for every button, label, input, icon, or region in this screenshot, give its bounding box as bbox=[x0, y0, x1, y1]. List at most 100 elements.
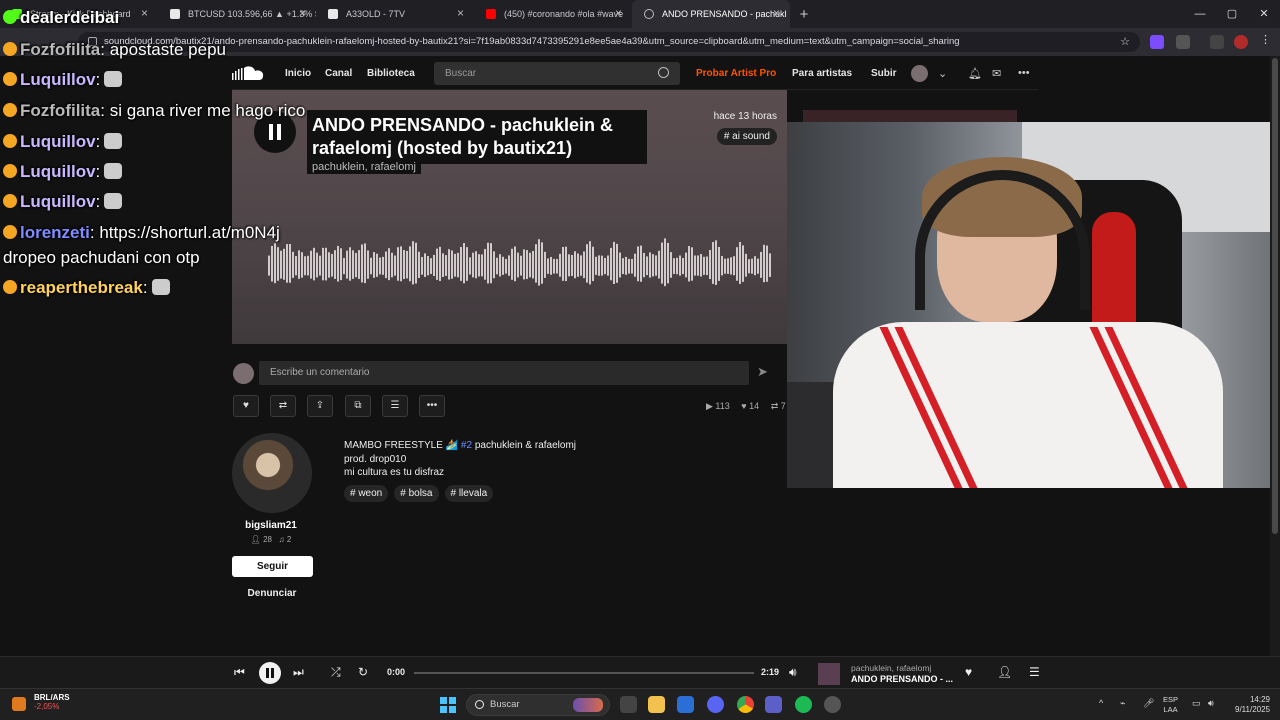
chat-username[interactable]: Luquillov bbox=[20, 70, 96, 89]
chat-username[interactable]: Luquillov bbox=[20, 192, 96, 211]
chevron-down-icon[interactable]: ⌄ bbox=[938, 67, 947, 80]
more-button[interactable]: ••• bbox=[419, 395, 445, 417]
tag-pill[interactable]: # weon bbox=[344, 485, 389, 502]
like-icon[interactable]: ♥ bbox=[965, 665, 972, 679]
waveform-bar bbox=[622, 258, 624, 274]
chat-username[interactable]: dealerdeibai bbox=[20, 8, 119, 27]
speaker-icon[interactable]: 🔊︎ bbox=[1208, 698, 1214, 709]
copy-link-button[interactable]: ⧉ bbox=[345, 395, 371, 417]
close-icon[interactable]: × bbox=[615, 6, 622, 20]
waveform-bar bbox=[547, 258, 549, 274]
profile-avatar-icon[interactable] bbox=[1234, 35, 1248, 49]
microphone-icon[interactable]: 🎤︎ bbox=[1143, 698, 1154, 709]
report-link[interactable]: Denunciar bbox=[232, 588, 312, 599]
network-off-icon[interactable]: ⌁ bbox=[1120, 698, 1125, 709]
uploader-name[interactable]: bigsliam21 bbox=[232, 520, 310, 531]
repeat-icon[interactable]: ↻ bbox=[358, 665, 368, 679]
minimize-button[interactable]: — bbox=[1184, 0, 1216, 28]
maximize-button[interactable]: ▢ bbox=[1216, 0, 1248, 28]
chat-username[interactable]: Luquillov bbox=[20, 162, 96, 181]
waveform-bar bbox=[451, 250, 453, 279]
close-window-button[interactable]: ✕ bbox=[1248, 0, 1280, 28]
shuffle-icon[interactable]: ⤮ bbox=[331, 665, 341, 680]
browser-menu-icon[interactable]: ⋮ bbox=[1260, 33, 1274, 47]
tracks-count[interactable]: 2 bbox=[287, 535, 291, 544]
clock[interactable]: 14:29 9/11/2025 bbox=[1226, 695, 1270, 715]
tag-pill[interactable]: # bolsa bbox=[394, 485, 439, 502]
store-icon[interactable] bbox=[677, 696, 694, 713]
task-view-icon[interactable] bbox=[620, 696, 637, 713]
now-playing-title[interactable]: ANDO PRENSANDO - ... bbox=[851, 674, 953, 684]
user-avatar[interactable] bbox=[911, 65, 928, 82]
chat-username[interactable]: reaperthebreak bbox=[20, 278, 143, 297]
teams-icon[interactable] bbox=[765, 696, 782, 713]
waveform-bar bbox=[670, 252, 672, 278]
tab-youtube[interactable]: (450) #coronando #ola #wave × bbox=[474, 0, 632, 28]
send-icon[interactable]: ➤ bbox=[757, 364, 768, 380]
like-button[interactable]: ♥ bbox=[233, 395, 259, 417]
messages-envelope-icon[interactable]: ✉ bbox=[992, 67, 1001, 80]
windows-start-icon[interactable] bbox=[440, 697, 456, 713]
search-icon[interactable] bbox=[658, 67, 669, 78]
language-indicator[interactable]: ESP LAA bbox=[1163, 695, 1178, 715]
new-tab-button[interactable]: + bbox=[790, 6, 818, 23]
for-artists-link[interactable]: Para artistas bbox=[792, 68, 852, 79]
waveform-bar bbox=[343, 257, 345, 275]
previous-icon[interactable]: ⏮ bbox=[234, 665, 245, 680]
waveform-bar bbox=[439, 246, 441, 281]
chat-username[interactable]: Luquillov bbox=[20, 132, 96, 151]
genre-tag[interactable]: # ai sound bbox=[716, 128, 777, 145]
follow-user-icon[interactable]: 👤︎ bbox=[997, 665, 1012, 679]
obs-icon[interactable] bbox=[824, 696, 841, 713]
tag-pill[interactable]: # llevala bbox=[444, 485, 494, 502]
now-playing-artwork[interactable] bbox=[818, 663, 840, 685]
waveform-bar bbox=[490, 243, 492, 284]
waveform-bar bbox=[559, 253, 561, 277]
followers-count[interactable]: 28 bbox=[263, 535, 272, 544]
next-icon[interactable]: ⏭ bbox=[293, 665, 304, 680]
extension-icon[interactable] bbox=[1150, 35, 1164, 49]
bookmark-star-icon[interactable]: ☆ bbox=[1120, 32, 1130, 52]
close-icon[interactable]: × bbox=[773, 6, 780, 20]
player-pause-button[interactable] bbox=[259, 662, 281, 684]
tray-overflow-icon[interactable]: ^ bbox=[1099, 698, 1103, 708]
tab-soundcloud[interactable]: ANDO PRENSANDO - pachukl × bbox=[632, 0, 790, 28]
volume-icon[interactable]: 🔊︎ bbox=[789, 665, 797, 680]
follow-button[interactable]: Seguir bbox=[232, 556, 313, 577]
scrollbar-thumb[interactable] bbox=[1272, 58, 1278, 534]
taskbar-search-input[interactable]: Buscar bbox=[466, 694, 610, 716]
close-icon[interactable]: × bbox=[457, 6, 464, 20]
notifications-bell-icon[interactable]: 🔔︎ bbox=[968, 67, 982, 80]
stock-icon bbox=[12, 697, 26, 711]
tab-7tv[interactable]: A33OLD - 7TV × bbox=[316, 0, 474, 28]
spotify-icon[interactable] bbox=[795, 696, 812, 713]
chat-username[interactable]: Fozfofilita bbox=[20, 101, 100, 120]
media-control-icon[interactable] bbox=[1210, 35, 1224, 49]
hashtag-link[interactable]: #2 bbox=[461, 440, 472, 451]
comment-input[interactable]: Escribe un comentario bbox=[259, 361, 749, 385]
uploader-avatar[interactable] bbox=[232, 433, 312, 513]
try-artist-pro-link[interactable]: Probar Artist Pro bbox=[696, 68, 776, 79]
upload-link[interactable]: Subir bbox=[871, 68, 897, 79]
chat-text: : bbox=[95, 132, 101, 151]
file-explorer-icon[interactable] bbox=[648, 696, 665, 713]
progress-bar[interactable] bbox=[414, 672, 754, 674]
page-scrollbar[interactable] bbox=[1270, 56, 1280, 656]
display-icon[interactable]: ▭ bbox=[1192, 698, 1201, 709]
more-options-icon[interactable]: ••• bbox=[1018, 67, 1030, 79]
waveform-bar bbox=[565, 246, 567, 282]
search-input[interactable]: Buscar bbox=[434, 62, 680, 85]
now-playing-artist[interactable]: pachuklein, rafaelomj bbox=[851, 663, 931, 673]
queue-icon[interactable]: ☰ bbox=[1029, 665, 1040, 679]
chat-username[interactable]: lorenzeti bbox=[20, 223, 90, 242]
share-button[interactable]: ⇪ bbox=[307, 395, 333, 417]
discord-icon[interactable] bbox=[707, 696, 724, 713]
puzzle-icon[interactable] bbox=[1176, 35, 1190, 49]
chrome-icon[interactable] bbox=[737, 696, 754, 713]
add-to-playlist-button[interactable]: ☰ bbox=[382, 395, 408, 417]
waveform[interactable] bbox=[268, 238, 773, 298]
nav-library[interactable]: Biblioteca bbox=[367, 68, 415, 79]
chat-emote-icon bbox=[151, 279, 170, 295]
repost-button[interactable]: ⇄ bbox=[270, 395, 296, 417]
chat-username[interactable]: Fozfofilita bbox=[20, 40, 100, 59]
